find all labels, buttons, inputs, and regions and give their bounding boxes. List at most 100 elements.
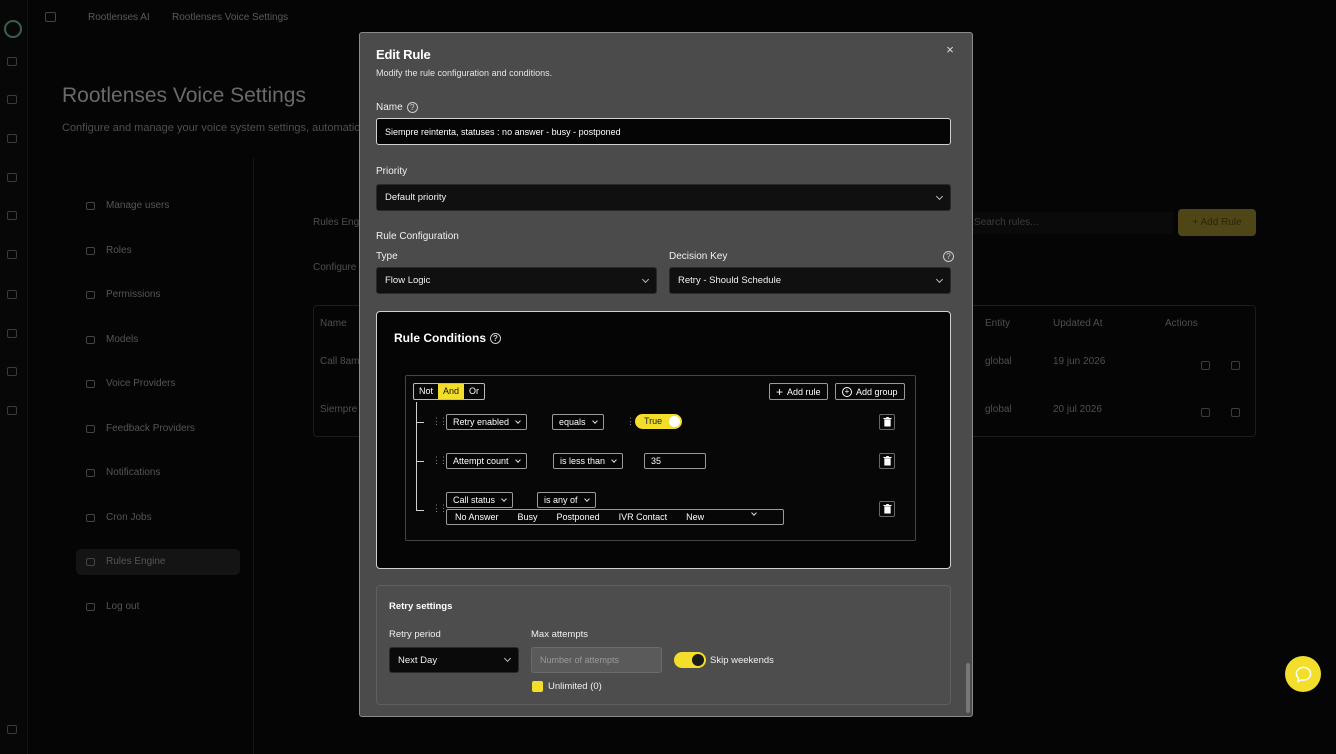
- status-option[interactable]: No Answer: [455, 512, 499, 522]
- expand-icon[interactable]: [7, 725, 17, 734]
- sidebar-item-log-out[interactable]: Log out: [76, 594, 240, 620]
- add-rule-button[interactable]: + Add rule: [769, 383, 828, 400]
- chart-icon[interactable]: [7, 250, 17, 259]
- type-label: Type: [376, 251, 398, 262]
- search-rules-input[interactable]: Search rules...: [968, 212, 1173, 234]
- rule-configuration-label: Rule Configuration: [376, 231, 459, 242]
- table-row-updated: 19 jun 2026: [1053, 356, 1106, 367]
- combinator-not[interactable]: Not: [414, 384, 438, 399]
- message-icon: [86, 425, 95, 433]
- chevron-down-icon: [611, 456, 617, 463]
- drag-handle-icon[interactable]: ⋮⋮: [432, 416, 448, 427]
- col-name-header: Name: [320, 318, 347, 329]
- rules-icon: [86, 558, 95, 566]
- close-icon[interactable]: ×: [943, 43, 957, 57]
- retry-period-select[interactable]: Next Day: [389, 647, 519, 673]
- add-rule-button[interactable]: + Add Rule: [1178, 209, 1256, 236]
- dialog-scrollbar[interactable]: [966, 663, 970, 713]
- gear-icon[interactable]: [7, 367, 17, 376]
- table-row-name[interactable]: Call 8am: [320, 356, 359, 367]
- document-icon[interactable]: [7, 95, 17, 104]
- combinator-selector: Not And Or: [413, 383, 486, 400]
- remove-rule-button[interactable]: [879, 453, 895, 469]
- rule-field-select[interactable]: Retry enabled: [446, 414, 528, 430]
- table-row-name[interactable]: Siempre: [320, 404, 357, 415]
- sidebar-item-models[interactable]: Models: [76, 327, 240, 353]
- plus-icon: +: [776, 384, 784, 399]
- rule-operator-select[interactable]: is any of: [537, 492, 596, 508]
- rule-name-input[interactable]: [376, 118, 951, 145]
- rules-heading: Rules Eng: [313, 217, 360, 228]
- chevron-down-icon: [641, 275, 650, 283]
- add-group-button[interactable]: + Add group: [835, 383, 905, 400]
- key-icon: [86, 291, 95, 299]
- dialog-description: Modify the rule configuration and condit…: [376, 68, 553, 78]
- help-icon[interactable]: ?: [943, 251, 954, 262]
- rule-value-input[interactable]: [644, 453, 706, 469]
- breadcrumb-root[interactable]: Rootlenses AI: [88, 12, 150, 23]
- rule-field-select[interactable]: Attempt count: [446, 453, 527, 469]
- chevron-down-icon: [591, 417, 598, 424]
- rule-operator-select[interactable]: is less than: [553, 453, 624, 469]
- sidebar-toggle-icon[interactable]: [45, 12, 56, 22]
- sidebar-item-permissions[interactable]: Permissions: [76, 282, 240, 308]
- status-option[interactable]: New: [686, 512, 704, 522]
- max-attempts-input[interactable]: [531, 647, 662, 673]
- drag-handle-icon[interactable]: ⋮⋮: [432, 455, 448, 466]
- rule-field-select[interactable]: Call status: [446, 492, 514, 508]
- value-toggle[interactable]: True: [635, 414, 682, 429]
- drag-handle-icon[interactable]: ⋮: [626, 416, 635, 427]
- trash-icon: [882, 417, 892, 427]
- sidebar-item-roles[interactable]: Roles: [76, 238, 240, 264]
- sidebar-item-cron-jobs[interactable]: Cron Jobs: [76, 505, 240, 531]
- skip-weekends-switch[interactable]: [674, 652, 706, 668]
- chat-button[interactable]: [1285, 656, 1321, 692]
- breadcrumb-current: Rootlenses Voice Settings: [172, 12, 289, 23]
- microphone-icon: [86, 380, 95, 388]
- priority-select[interactable]: Default priority: [376, 184, 951, 211]
- rule-conditions-title: Rule Conditions?: [394, 331, 501, 345]
- trash-icon[interactable]: [1231, 361, 1240, 370]
- drag-handle-icon[interactable]: ⋮⋮: [432, 503, 448, 514]
- users-icon: [86, 202, 95, 210]
- sidebar-item-feedback-providers[interactable]: Feedback Providers: [76, 416, 240, 442]
- status-option[interactable]: IVR Contact: [619, 512, 668, 522]
- dialog-title: Edit Rule: [376, 47, 431, 62]
- list-icon[interactable]: [7, 211, 17, 220]
- chevron-down-icon: [583, 495, 590, 502]
- clipboard-icon[interactable]: [7, 173, 17, 182]
- table-row-entity: global: [985, 356, 1012, 367]
- tree-branch: [416, 510, 424, 511]
- sidebar-item-voice-providers[interactable]: Voice Providers: [76, 371, 240, 397]
- edit-icon[interactable]: [1201, 408, 1210, 417]
- call-status-multiselect[interactable]: No Answer Busy Postponed IVR Contact New: [446, 509, 784, 525]
- status-option[interactable]: Postponed: [557, 512, 600, 522]
- remove-rule-button[interactable]: [879, 501, 895, 517]
- unlimited-checkbox[interactable]: [532, 681, 543, 692]
- edit-icon[interactable]: [1201, 361, 1210, 370]
- help-icon[interactable]: ?: [406, 102, 418, 113]
- home-icon[interactable]: [7, 57, 17, 66]
- trash-icon[interactable]: [1231, 408, 1240, 417]
- globe-icon[interactable]: [7, 329, 17, 338]
- help-icon[interactable]: [7, 406, 17, 415]
- name-label: Name?: [376, 102, 418, 113]
- combinator-or[interactable]: Or: [464, 384, 484, 399]
- database-icon[interactable]: [7, 290, 17, 299]
- help-icon[interactable]: ?: [490, 333, 501, 345]
- status-option[interactable]: Busy: [518, 512, 538, 522]
- combinator-and[interactable]: And: [438, 384, 465, 399]
- decision-key-select[interactable]: Retry - Should Schedule: [669, 267, 951, 294]
- rule-operator-select[interactable]: equals: [552, 414, 604, 430]
- roles-icon: [86, 247, 95, 255]
- trash-icon: [882, 456, 892, 466]
- chat-icon: [1295, 666, 1311, 683]
- plus-circle-icon: +: [842, 386, 852, 397]
- sidebar-item-manage-users[interactable]: Manage users: [76, 193, 240, 219]
- mail-icon: [86, 469, 95, 477]
- type-select[interactable]: Flow Logic: [376, 267, 657, 294]
- sidebar-item-rules-engine[interactable]: Rules Engine: [76, 549, 240, 575]
- remove-rule-button[interactable]: [879, 414, 895, 430]
- sidebar-item-notifications[interactable]: Notifications: [76, 460, 240, 486]
- phone-icon[interactable]: [7, 134, 17, 143]
